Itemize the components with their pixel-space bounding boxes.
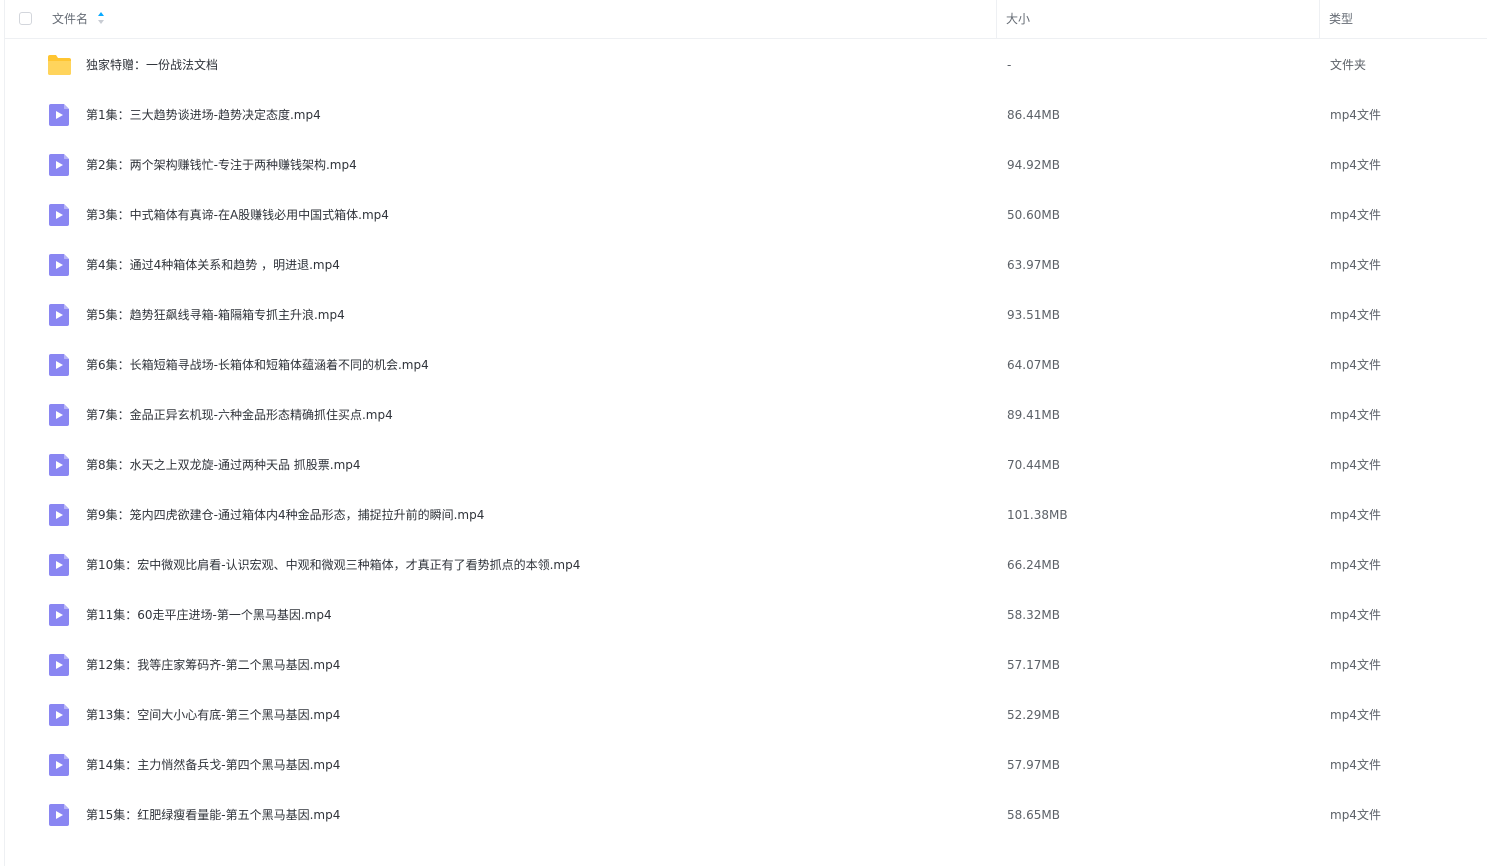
file-name[interactable]: 第15集：红肥绿瘦看量能-第五个黑马基因.mp4 (86, 807, 340, 823)
file-type: mp4文件 (1330, 508, 1381, 522)
file-size: 63.97MB (1007, 258, 1060, 272)
file-row[interactable]: 第9集：笼内四虎欲建仓-通过箱体内4种金品形态，捕捉拉升前的瞬间.mp4 101.… (5, 490, 1487, 540)
video-file-icon (47, 304, 72, 326)
file-type: mp4文件 (1330, 408, 1381, 422)
file-size: 93.51MB (1007, 308, 1060, 322)
video-file-icon (47, 704, 72, 726)
file-type: 文件夹 (1330, 58, 1367, 72)
file-type: mp4文件 (1330, 108, 1381, 122)
file-name[interactable]: 第2集：两个架构赚钱忙-专注于两种赚钱架构.mp4 (86, 157, 357, 173)
folder-icon (47, 54, 72, 76)
file-name[interactable]: 第10集：宏中微观比肩看-认识宏观、中观和微观三种箱体，才真正有了看势抓点的本领… (86, 557, 580, 573)
file-name[interactable]: 第6集：长箱短箱寻战场-长箱体和短箱体蕴涵着不同的机会.mp4 (86, 357, 429, 373)
file-row[interactable]: 第7集：金品正异玄机现-六种金品形态精确抓住买点.mp4 89.41MB mp4文件 (5, 390, 1487, 440)
file-list-page: 文件名 大小 类型 独家特赠：一份战法文档 - 文件夹第1集：三大趋势谈进场-趋势决… (0, 0, 1489, 866)
file-size: 58.65MB (1007, 808, 1060, 822)
file-size: 64.07MB (1007, 358, 1060, 372)
file-row[interactable]: 第8集：水天之上双龙旋-通过两种天品 抓股票.mp4 70.44MB mp4文件 (5, 440, 1487, 490)
file-size: 86.44MB (1007, 108, 1060, 122)
sort-ascending-icon[interactable] (97, 10, 105, 26)
video-file-icon (47, 404, 72, 426)
column-header-type[interactable]: 类型 (1329, 11, 1353, 27)
file-name[interactable]: 第8集：水天之上双龙旋-通过两种天品 抓股票.mp4 (86, 457, 361, 473)
file-name[interactable]: 第12集：我等庄家筹码齐-第二个黑马基因.mp4 (86, 657, 340, 673)
file-name[interactable]: 独家特赠：一份战法文档 (86, 57, 218, 73)
column-header-size[interactable]: 大小 (1006, 11, 1030, 27)
video-file-icon (47, 104, 72, 126)
video-file-icon (47, 604, 72, 626)
video-file-icon (47, 754, 72, 776)
file-list: 独家特赠：一份战法文档 - 文件夹第1集：三大趋势谈进场-趋势决定态度.mp4 86.… (5, 40, 1487, 840)
video-file-icon (47, 454, 72, 476)
file-name[interactable]: 第13集：空间大小心有底-第三个黑马基因.mp4 (86, 707, 340, 723)
file-type: mp4文件 (1330, 458, 1381, 472)
file-name[interactable]: 第5集：趋势狂飙线寻箱-箱隔箱专抓主升浪.mp4 (86, 307, 345, 323)
video-file-icon (47, 204, 72, 226)
file-name[interactable]: 第4集：通过4种箱体关系和趋势 ，明进退.mp4 (86, 257, 340, 273)
file-size: 57.17MB (1007, 658, 1060, 672)
file-row[interactable]: 第12集：我等庄家筹码齐-第二个黑马基因.mp4 57.17MB mp4文件 (5, 640, 1487, 690)
file-name[interactable]: 第9集：笼内四虎欲建仓-通过箱体内4种金品形态，捕捉拉升前的瞬间.mp4 (86, 507, 484, 523)
file-row[interactable]: 独家特赠：一份战法文档 - 文件夹 (5, 40, 1487, 90)
video-file-icon (47, 354, 72, 376)
file-row[interactable]: 第13集：空间大小心有底-第三个黑马基因.mp4 52.29MB mp4文件 (5, 690, 1487, 740)
file-type: mp4文件 (1330, 558, 1381, 572)
file-row[interactable]: 第6集：长箱短箱寻战场-长箱体和短箱体蕴涵着不同的机会.mp4 64.07MB mp… (5, 340, 1487, 390)
column-divider[interactable] (1319, 0, 1320, 39)
file-row[interactable]: 第10集：宏中微观比肩看-认识宏观、中观和微观三种箱体，才真正有了看势抓点的本领… (5, 540, 1487, 590)
file-row[interactable]: 第4集：通过4种箱体关系和趋势 ，明进退.mp4 63.97MB mp4文件 (5, 240, 1487, 290)
file-name[interactable]: 第1集：三大趋势谈进场-趋势决定态度.mp4 (86, 107, 321, 123)
table-header: 文件名 大小 类型 (5, 0, 1487, 39)
file-size: 89.41MB (1007, 408, 1060, 422)
file-row[interactable]: 第14集：主力悄然备兵戈-第四个黑马基因.mp4 57.97MB mp4文件 (5, 740, 1487, 790)
file-type: mp4文件 (1330, 808, 1381, 822)
file-size: 66.24MB (1007, 558, 1060, 572)
file-row[interactable]: 第15集：红肥绿瘦看量能-第五个黑马基因.mp4 58.65MB mp4文件 (5, 790, 1487, 840)
file-name[interactable]: 第11集：60走平庄进场-第一个黑马基因.mp4 (86, 607, 332, 623)
file-type: mp4文件 (1330, 658, 1381, 672)
file-type: mp4文件 (1330, 358, 1381, 372)
file-size: 101.38MB (1007, 508, 1068, 522)
column-header-name[interactable]: 文件名 (52, 11, 88, 27)
file-type: mp4文件 (1330, 608, 1381, 622)
video-file-icon (47, 654, 72, 676)
file-name[interactable]: 第3集：中式箱体有真谛-在A股赚钱必用中国式箱体.mp4 (86, 207, 389, 223)
video-file-icon (47, 154, 72, 176)
file-type: mp4文件 (1330, 158, 1381, 172)
select-all-checkbox[interactable] (19, 12, 32, 25)
file-size: 50.60MB (1007, 208, 1060, 222)
video-file-icon (47, 554, 72, 576)
video-file-icon (47, 504, 72, 526)
column-divider[interactable] (996, 0, 997, 39)
file-size: 70.44MB (1007, 458, 1060, 472)
file-size: 57.97MB (1007, 758, 1060, 772)
file-type: mp4文件 (1330, 258, 1381, 272)
file-row[interactable]: 第11集：60走平庄进场-第一个黑马基因.mp4 58.32MB mp4文件 (5, 590, 1487, 640)
file-row[interactable]: 第2集：两个架构赚钱忙-专注于两种赚钱架构.mp4 94.92MB mp4文件 (5, 140, 1487, 190)
file-type: mp4文件 (1330, 758, 1381, 772)
file-row[interactable]: 第3集：中式箱体有真谛-在A股赚钱必用中国式箱体.mp4 50.60MB mp4文件 (5, 190, 1487, 240)
file-name[interactable]: 第7集：金品正异玄机现-六种金品形态精确抓住买点.mp4 (86, 407, 393, 423)
file-row[interactable]: 第1集：三大趋势谈进场-趋势决定态度.mp4 86.44MB mp4文件 (5, 90, 1487, 140)
video-file-icon (47, 804, 72, 826)
video-file-icon (47, 254, 72, 276)
file-size: - (1007, 58, 1012, 72)
file-type: mp4文件 (1330, 208, 1381, 222)
file-size: 94.92MB (1007, 158, 1060, 172)
file-size: 58.32MB (1007, 608, 1060, 622)
file-size: 52.29MB (1007, 708, 1060, 722)
file-row[interactable]: 第5集：趋势狂飙线寻箱-箱隔箱专抓主升浪.mp4 93.51MB mp4文件 (5, 290, 1487, 340)
file-type: mp4文件 (1330, 708, 1381, 722)
file-type: mp4文件 (1330, 308, 1381, 322)
file-name[interactable]: 第14集：主力悄然备兵戈-第四个黑马基因.mp4 (86, 757, 340, 773)
